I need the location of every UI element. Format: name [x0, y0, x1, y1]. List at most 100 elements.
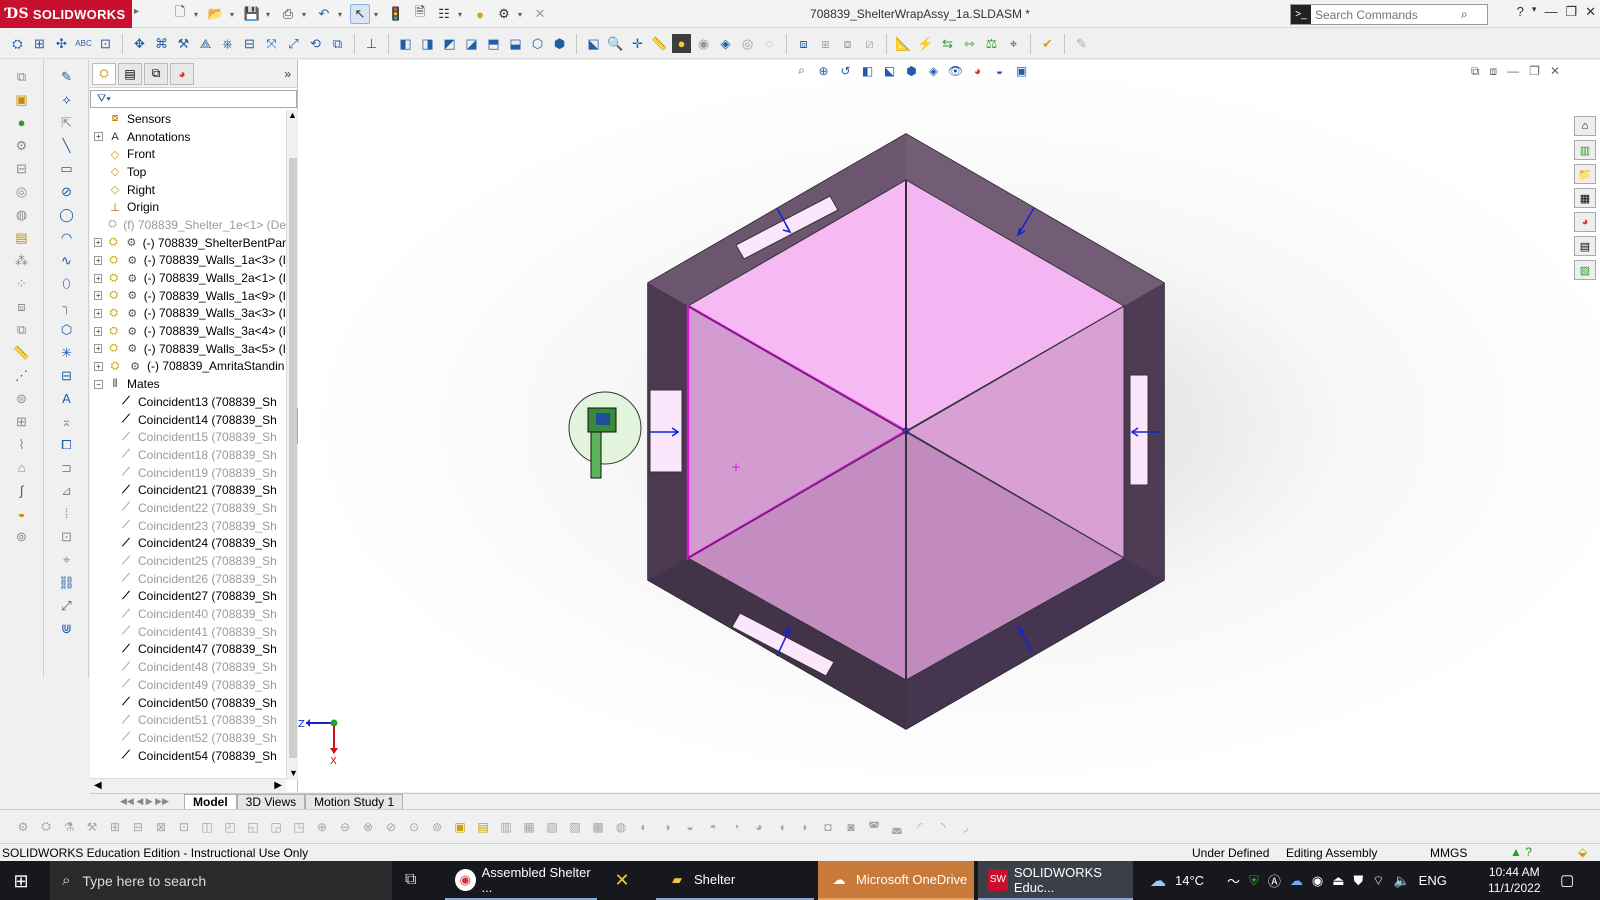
- assembly-tool-2-icon[interactable]: ⛭: [37, 818, 55, 836]
- assembly-tool-40-icon[interactable]: ◞: [957, 818, 975, 836]
- assembly-tool-15-icon[interactable]: ⊖: [336, 818, 354, 836]
- print-dropdown-icon[interactable]: ▾: [302, 4, 310, 24]
- assembly-tool-27-icon[interactable]: ◑: [658, 818, 676, 836]
- scroll-right-icon[interactable]: ▶: [274, 780, 282, 791]
- rectangle-icon[interactable]: ▭: [57, 160, 77, 177]
- interference-detection-icon[interactable]: ⚡: [916, 34, 935, 53]
- quick-snaps-icon[interactable]: ⤢: [57, 597, 77, 614]
- tray-wifi-icon[interactable]: ⌔: [1372, 873, 1384, 889]
- save-icon[interactable]: 💾: [242, 4, 262, 24]
- normal-to-icon[interactable]: ⊥: [362, 34, 381, 53]
- view-orientation-icon[interactable]: ⬕: [584, 34, 603, 53]
- shaded-icon[interactable]: ●: [672, 34, 691, 53]
- offset-icon[interactable]: ⊐: [57, 459, 77, 476]
- text-icon[interactable]: A: [57, 390, 77, 407]
- mate-item[interactable]: ⟋ Coincident49 (708839_Sh: [90, 676, 286, 694]
- ambient-occlusion-icon[interactable]: ◌: [760, 34, 779, 53]
- exploded-view-icon[interactable]: ⤧: [262, 34, 281, 53]
- update-speedpak-icon[interactable]: ⟲: [306, 34, 325, 53]
- belt-chain-icon[interactable]: ⊜: [12, 390, 32, 407]
- section-view-icon[interactable]: ⧈: [794, 34, 813, 53]
- trim-icon[interactable]: ⌅: [57, 413, 77, 430]
- assembly-tool-30-icon[interactable]: ◔: [727, 818, 745, 836]
- mate-icon[interactable]: ⊞: [30, 34, 49, 53]
- model-viewport[interactable]: + Z X: [298, 60, 1600, 792]
- tree-item[interactable]: ⧇ Sensors: [90, 110, 286, 128]
- assembly-features-icon[interactable]: ⚒: [174, 34, 193, 53]
- mate-item[interactable]: ⟋ Coincident22 (708839_Sh: [90, 499, 286, 517]
- pattern-icon[interactable]: ⁂: [12, 252, 32, 269]
- fillet-icon[interactable]: ╮: [57, 298, 77, 315]
- volume-icon[interactable]: 🔈: [1393, 873, 1409, 889]
- view-left-icon[interactable]: ◩: [440, 34, 459, 53]
- assembly-tool-32-icon[interactable]: ◖: [773, 818, 791, 836]
- tree-horizontal-scrollbar[interactable]: ◀ ▶: [90, 778, 286, 792]
- tree-vertical-scrollbar[interactable]: ▲ ▼: [286, 110, 298, 780]
- file-properties-icon[interactable]: 🗎: [410, 4, 430, 24]
- tree-item[interactable]: + ⛭ ⚙ (-) 708839_Walls_3a<5> (I: [90, 340, 286, 358]
- graphics-area[interactable]: ⌕ ⊕ ↺ ◧ ⬕ ⬢ ◈ 👁 ◕ ◒ ▣ ⧉ ⧈ — ❐ ✕ ⌂ ▥ 📁 ▦ …: [298, 60, 1600, 792]
- feature-tree-tab-icon[interactable]: ⛭: [92, 62, 116, 85]
- windows-start-icon[interactable]: ⊞: [10, 870, 32, 892]
- help-dropdown-icon[interactable]: ▾: [1532, 4, 1537, 20]
- mate-item[interactable]: ⟋ Coincident48 (708839_Sh: [90, 658, 286, 676]
- show-hidden-icon[interactable]: ⌘: [152, 34, 171, 53]
- taskbar-solidworks[interactable]: SW SOLIDWORKS Educ...: [978, 861, 1133, 900]
- slot-icon[interactable]: ⊘: [57, 183, 77, 200]
- ruler-icon[interactable]: 📐: [894, 34, 913, 53]
- tree-item[interactable]: ⊥ Origin: [90, 198, 286, 216]
- simplify-icon[interactable]: ⊞: [12, 413, 32, 430]
- assembly-tool-37-icon[interactable]: ◛: [888, 818, 906, 836]
- envelope-icon[interactable]: ◒: [12, 505, 32, 522]
- tab-model[interactable]: Model: [184, 793, 237, 809]
- undo-icon[interactable]: ↶: [314, 4, 334, 24]
- weld-bead-icon[interactable]: ◍: [12, 206, 32, 223]
- expand-icon[interactable]: +: [94, 255, 103, 265]
- linear-sketch-pattern-icon[interactable]: ⁞: [57, 505, 77, 522]
- render-tools-icon[interactable]: ⚙: [494, 4, 514, 24]
- mate-item[interactable]: ⟋ Coincident51 (708839_Sh: [90, 711, 286, 729]
- taskbar-search[interactable]: ⌕ Type here to search: [50, 861, 392, 900]
- new-motion-study-icon[interactable]: ⎈: [218, 34, 237, 53]
- insert-component-icon[interactable]: ⧉: [12, 68, 32, 85]
- assembly-tool-11-icon[interactable]: ◱: [244, 818, 262, 836]
- assembly-tool-18-icon[interactable]: ⊙: [405, 818, 423, 836]
- assembly-tool-8-icon[interactable]: ⊡: [175, 818, 193, 836]
- mate-item[interactable]: ⟋ Coincident52 (708839_Sh: [90, 729, 286, 747]
- tab-motion-study[interactable]: Motion Study 1: [305, 793, 404, 809]
- assembly-tool-24-icon[interactable]: ▩: [589, 818, 607, 836]
- assembly-tool-39-icon[interactable]: ◝: [934, 818, 952, 836]
- mate-item[interactable]: ⟋ Coincident41 (708839_Sh: [90, 623, 286, 641]
- open-folder-icon[interactable]: 📂: [206, 4, 226, 24]
- assembly-feature-icon[interactable]: ▤: [12, 229, 32, 246]
- tray-onedrive-icon[interactable]: ☁: [1290, 873, 1303, 889]
- point-icon[interactable]: ✳: [57, 344, 77, 361]
- tree-item[interactable]: ◇ Top: [90, 163, 286, 181]
- mate-item[interactable]: ⟋ Coincident40 (708839_Sh: [90, 605, 286, 623]
- measure-icon[interactable]: 📏: [650, 34, 669, 53]
- green-appearance-icon[interactable]: ●: [12, 114, 32, 131]
- tray-chart-icon[interactable]: 〜: [1227, 871, 1240, 890]
- balloon-icon[interactable]: ▤: [474, 818, 492, 836]
- assembly-tool-19-icon[interactable]: ⊚: [428, 818, 446, 836]
- ruler-strip-icon[interactable]: 📏: [12, 344, 32, 361]
- chain-pattern-icon[interactable]: ⋰: [12, 367, 32, 384]
- new-part-icon[interactable]: ▣: [12, 91, 32, 108]
- collapse-icon[interactable]: −: [94, 379, 103, 389]
- view-right-icon[interactable]: ◪: [462, 34, 481, 53]
- expand-icon[interactable]: +: [94, 344, 103, 354]
- scroll-down-icon[interactable]: ▼: [289, 768, 298, 778]
- convert-entities-icon[interactable]: ⧠: [57, 436, 77, 453]
- new-document-icon[interactable]: 🗋: [170, 4, 190, 24]
- help-status-icon[interactable]: ▲ ?: [1510, 845, 1532, 859]
- assembly-tool-10-icon[interactable]: ◰: [221, 818, 239, 836]
- tree-item[interactable]: + ⛭ ⚙ (-) 708839_Walls_2a<1> (I: [90, 269, 286, 287]
- scene-icon[interactable]: ◈: [716, 34, 735, 53]
- task-view-icon[interactable]: ⧉: [405, 871, 416, 889]
- arc-icon[interactable]: ◠: [57, 229, 77, 246]
- assembly-tool-1-icon[interactable]: ⚙: [14, 818, 32, 836]
- display-pane-icon[interactable]: ⧆: [816, 34, 835, 53]
- tree-item[interactable]: + ⛭ ⚙ (-) 708839_Walls_3a<4> (I: [90, 322, 286, 340]
- performance-icon[interactable]: ⌖: [1004, 34, 1023, 53]
- assembly-tool-9-icon[interactable]: ◫: [198, 818, 216, 836]
